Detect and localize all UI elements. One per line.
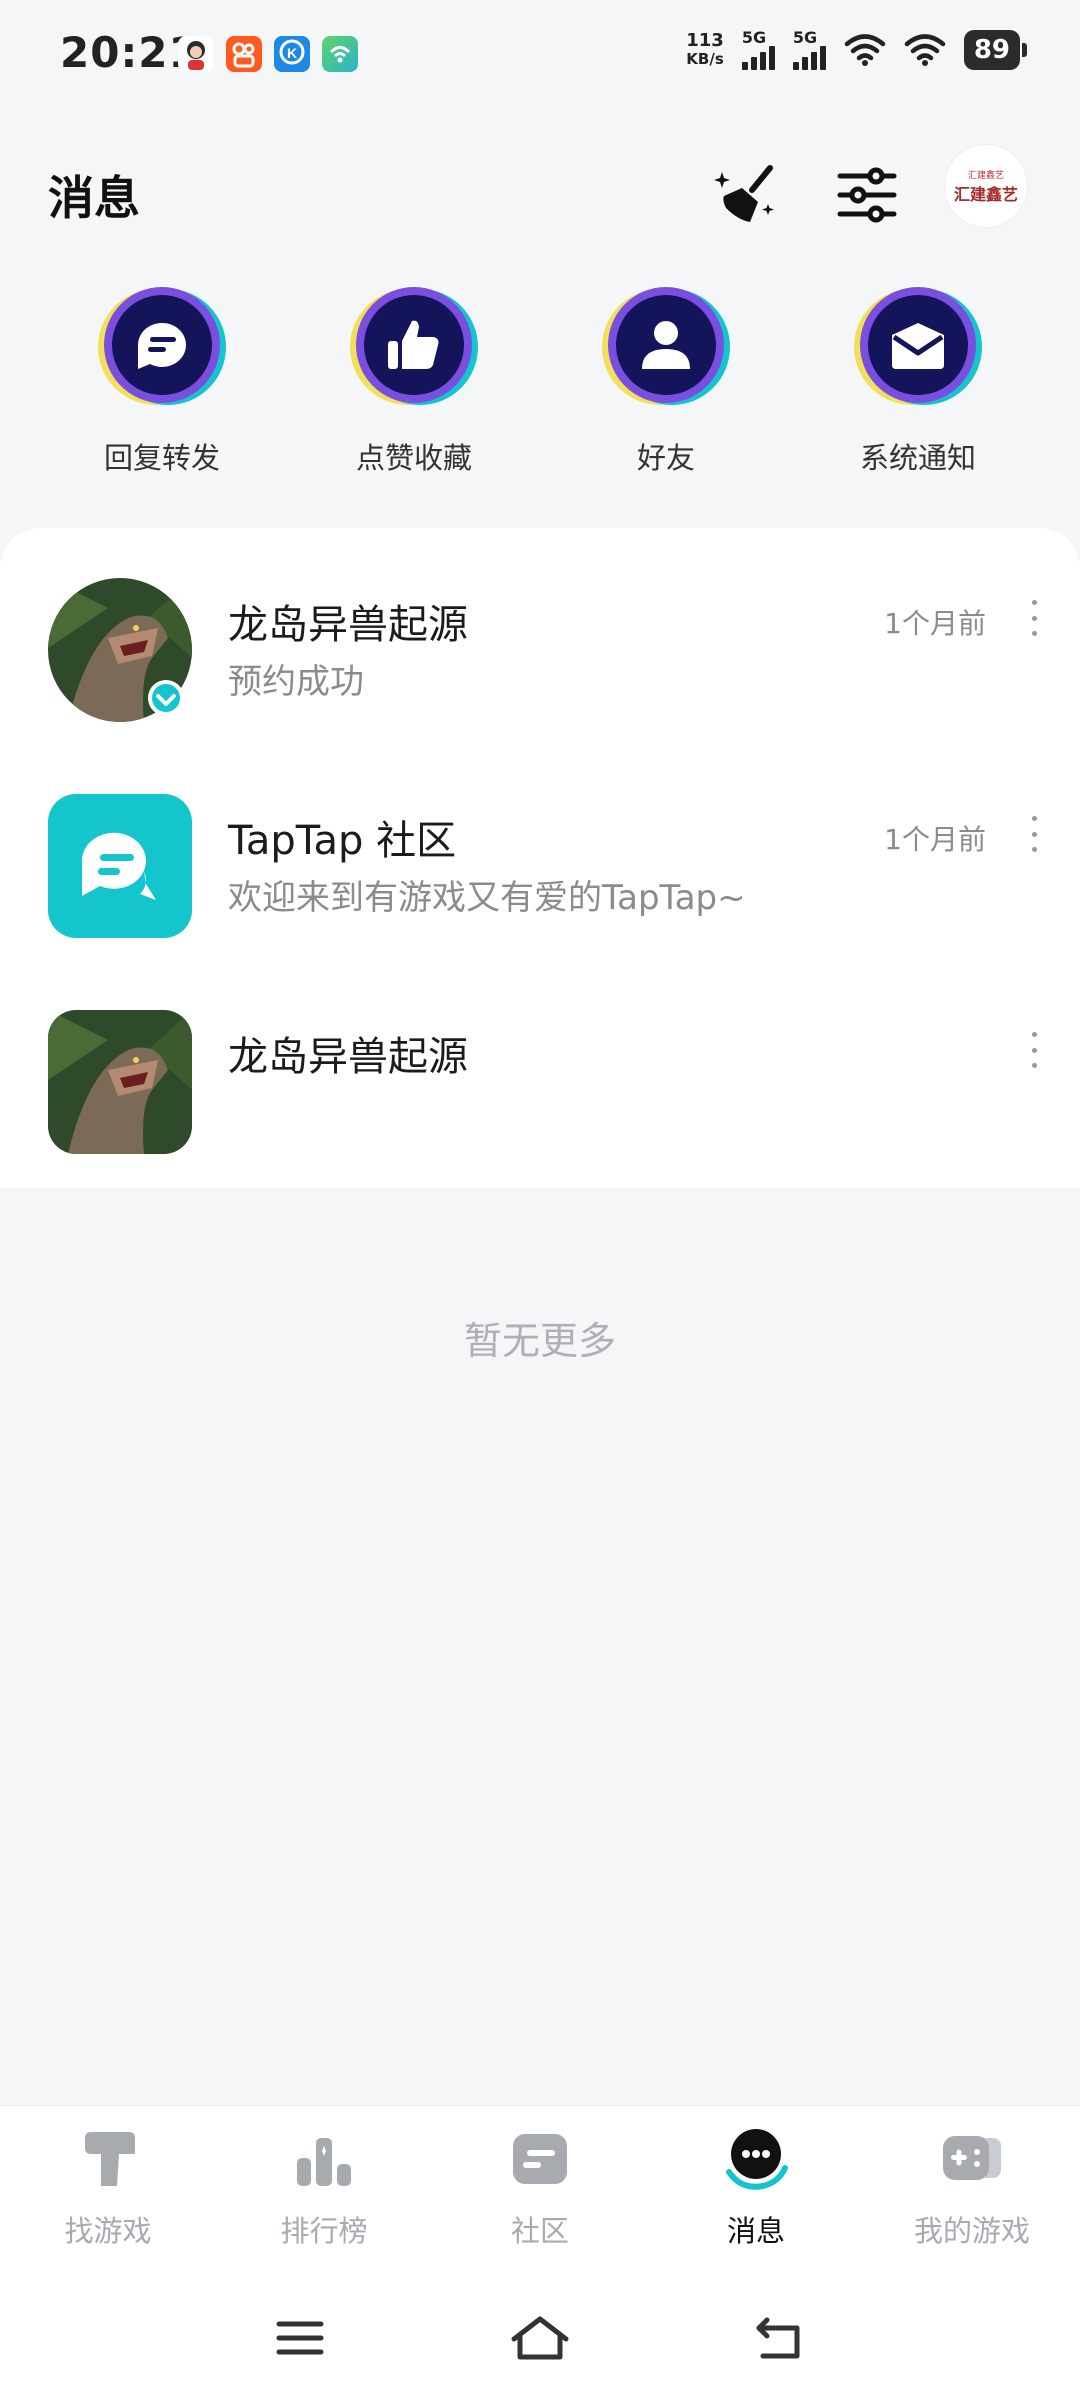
shortcut-system-notifications[interactable]: 系统通知 bbox=[808, 285, 1028, 477]
message-list: 龙岛异兽起源 预约成功 1个月前 TapTap 社区 欢迎来到有游戏又有爱的Ta… bbox=[0, 528, 1080, 1188]
filter-settings-button[interactable] bbox=[822, 150, 912, 240]
community-card-icon bbox=[513, 2134, 567, 2184]
person-icon bbox=[602, 287, 730, 405]
message-time: 1个月前 bbox=[884, 607, 986, 640]
message-category-shortcuts: 回复转发 点赞收藏 好友 系统通知 bbox=[0, 285, 1080, 475]
podium-icon bbox=[297, 2138, 351, 2186]
more-options-button[interactable] bbox=[1024, 600, 1044, 636]
system-navigation-bar bbox=[0, 2275, 1080, 2400]
svg-text:K: K bbox=[287, 45, 297, 61]
shortcut-reply-forward[interactable]: 回复转发 bbox=[52, 285, 272, 477]
taptap-chat-icon bbox=[81, 832, 156, 900]
tab-community[interactable]: 社区 bbox=[432, 2124, 648, 2250]
taptap-community-avatar bbox=[48, 794, 192, 938]
thumbs-up-icon bbox=[350, 287, 478, 405]
kuaishou-app-icon bbox=[226, 36, 262, 72]
kugou-app-icon: K bbox=[274, 36, 310, 72]
list-item[interactable]: 龙岛异兽起源 bbox=[0, 960, 1080, 1154]
empty-list-hint: 暂无更多 bbox=[463, 1319, 616, 1363]
more-options-button[interactable] bbox=[1024, 816, 1044, 852]
message-title: 龙岛异兽起源 bbox=[228, 1034, 468, 1080]
tab-my-games[interactable]: 我的游戏 bbox=[864, 2124, 1080, 2250]
tab-messages[interactable]: 消息 bbox=[648, 2124, 864, 2250]
notification-icons: K bbox=[178, 36, 358, 72]
sliders-icon bbox=[837, 167, 897, 223]
battery-indicator: 89 bbox=[963, 30, 1028, 70]
recent-apps-button[interactable] bbox=[270, 2313, 330, 2363]
page-header: 消息 汇建鑫艺 汇建鑫艺 bbox=[0, 140, 1080, 250]
wifi-icon-2 bbox=[904, 34, 946, 66]
chat-dots-icon bbox=[726, 2129, 788, 2190]
home-icon bbox=[511, 2316, 569, 2360]
game-avatar bbox=[48, 578, 192, 722]
back-button[interactable] bbox=[750, 2313, 810, 2363]
reply-bubble-icon bbox=[98, 287, 226, 405]
list-item[interactable]: 龙岛异兽起源 预约成功 1个月前 bbox=[0, 528, 1080, 722]
message-preview: 欢迎来到有游戏又有爱的TapTap~ bbox=[228, 878, 746, 918]
tab-rankings[interactable]: 排行榜 bbox=[216, 2124, 432, 2250]
menu-lines-icon bbox=[276, 2321, 324, 2355]
network-speed: 113 KB/s bbox=[686, 30, 724, 68]
message-preview: 预约成功 bbox=[228, 662, 364, 702]
envelope-icon bbox=[854, 287, 982, 405]
tab-find-games[interactable]: 找游戏 bbox=[0, 2124, 216, 2250]
page-title: 消息 bbox=[48, 171, 140, 225]
game-avatar bbox=[48, 1010, 192, 1154]
avatar-app-icon bbox=[178, 36, 214, 72]
signal-sim2-icon: 5G bbox=[792, 30, 826, 70]
message-time: 1个月前 bbox=[884, 823, 986, 856]
wifi-app-icon bbox=[322, 36, 358, 72]
shortcut-friends[interactable]: 好友 bbox=[556, 285, 776, 477]
bottom-tab-bar: 找游戏 排行榜 社区 消息 我的游戏 bbox=[0, 2105, 1080, 2276]
message-title: TapTap 社区 bbox=[228, 818, 457, 864]
shortcut-likes-favorites[interactable]: 点赞收藏 bbox=[304, 285, 524, 477]
back-arrow-icon bbox=[756, 2317, 800, 2359]
user-avatar[interactable]: 汇建鑫艺 汇建鑫艺 bbox=[944, 144, 1028, 228]
message-title: 龙岛异兽起源 bbox=[228, 602, 468, 648]
home-button[interactable] bbox=[510, 2313, 570, 2363]
broom-sparkle-icon bbox=[714, 165, 774, 222]
status-bar: 20:21 K 113 KB/s 5G 5G 89 bbox=[0, 0, 1080, 110]
gamepad-icon bbox=[943, 2136, 1001, 2180]
taptap-t-icon bbox=[85, 2132, 135, 2186]
more-options-button[interactable] bbox=[1024, 1032, 1044, 1068]
list-item[interactable]: TapTap 社区 欢迎来到有游戏又有爱的TapTap~ 1个月前 bbox=[0, 744, 1080, 938]
clear-all-button[interactable] bbox=[702, 150, 792, 240]
wifi-icon bbox=[844, 34, 886, 66]
signal-sim1-icon: 5G bbox=[741, 30, 775, 70]
